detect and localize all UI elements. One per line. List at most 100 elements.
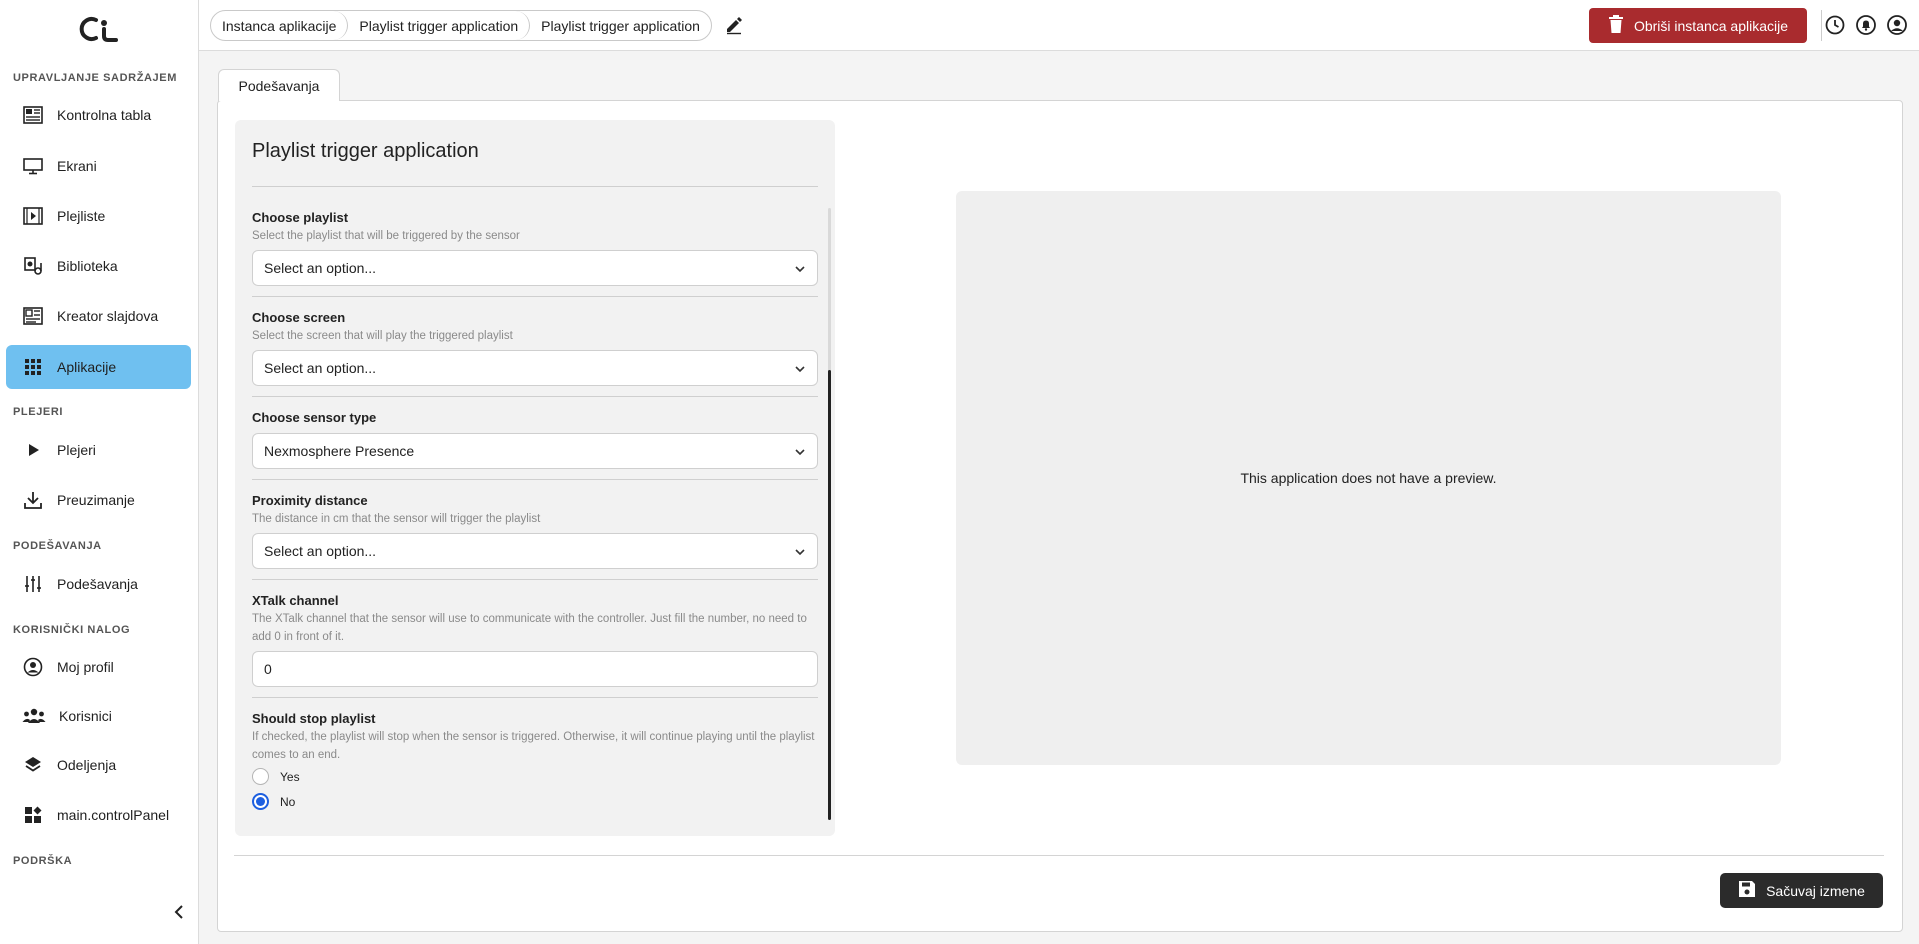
input-value: 0 <box>264 661 272 677</box>
sidebar: UPRAVLJANJE SADRŽAJEM Kontrolna tabla Ek… <box>0 0 199 944</box>
sidebar-item-library[interactable]: Biblioteka <box>6 244 191 288</box>
sidebar-item-label: Podešavanja <box>57 576 138 592</box>
sidebar-item-label: Moj profil <box>57 659 114 675</box>
form-title: Playlist trigger application <box>252 140 479 162</box>
sidebar-item-label: Kontrolna tabla <box>57 107 152 123</box>
delete-instance-label: Obriši instanca aplikacije <box>1633 17 1789 34</box>
radio-label: No <box>280 794 296 809</box>
playlist-icon <box>22 205 44 227</box>
preview-message: This application does not have a preview… <box>1240 470 1497 486</box>
layers-icon <box>22 754 44 776</box>
breadcrumb: Instanca aplikacije Playlist trigger app… <box>210 10 712 41</box>
sidebar-item-settings[interactable]: Podešavanja <box>6 562 191 606</box>
field-help: The XTalk channel that the sensor will u… <box>252 613 807 643</box>
divider <box>252 396 818 397</box>
download-icon <box>22 489 44 511</box>
sidebar-item-screens[interactable]: Ekrani <box>6 144 191 188</box>
sidebar-item-playlists[interactable]: Plejliste <box>6 194 191 238</box>
save-changes-label: Sačuvaj izmene <box>1766 882 1865 899</box>
sidebar-item-download[interactable]: Preuzimanje <box>6 478 191 522</box>
sidebar-item-label: Korisnici <box>59 708 112 724</box>
collapse-sidebar-icon[interactable] <box>171 902 187 922</box>
chevron-down-icon <box>795 266 805 273</box>
sidebar-item-players[interactable]: Plejeri <box>6 428 191 472</box>
application-settings-form: Playlist trigger application Choose play… <box>235 120 835 836</box>
widgets-icon <box>22 804 44 826</box>
sidebar-item-control-panel[interactable]: main.controlPanel <box>6 793 191 837</box>
breadcrumb-item[interactable]: Playlist trigger application <box>348 11 531 40</box>
field-help: Select the screen that will play the tri… <box>252 330 513 342</box>
dashboard-icon <box>22 104 44 126</box>
play-icon <box>22 439 44 461</box>
scrollbar-thumb[interactable] <box>828 370 831 820</box>
section-players: PLEJERI <box>13 406 64 418</box>
section-support: PODRŠKA <box>13 855 73 867</box>
field-help: The distance in cm that the sensor will … <box>252 513 541 525</box>
sidebar-item-label: Ekrani <box>57 158 97 174</box>
edit-name-icon[interactable] <box>723 14 745 36</box>
field-help: If checked, the playlist will stop when … <box>252 731 815 761</box>
sidebar-item-label: Biblioteka <box>57 258 118 274</box>
slide-creator-icon <box>22 305 44 327</box>
history-icon[interactable] <box>1824 14 1846 36</box>
field-label: Choose playlist <box>252 210 349 225</box>
section-user-account: KORISNIČKI NALOG <box>13 624 131 636</box>
sliders-icon <box>22 573 44 595</box>
breadcrumb-item[interactable]: Playlist trigger application <box>530 11 711 40</box>
tab-settings[interactable]: Podešavanja <box>218 69 340 101</box>
field-help: Select the playlist that will be trigger… <box>252 230 520 242</box>
radio-yes[interactable]: Yes <box>252 768 300 785</box>
chevron-down-icon <box>795 549 805 556</box>
top-header: Instanca aplikacije Playlist trigger app… <box>199 0 1919 51</box>
sidebar-item-my-profile[interactable]: Moj profil <box>6 645 191 689</box>
screen-select[interactable]: Select an option... <box>252 350 818 386</box>
select-value: Select an option... <box>264 260 377 276</box>
trash-icon <box>1608 15 1624 36</box>
select-value: Nexmosphere Presence <box>264 443 415 459</box>
divider <box>252 479 818 480</box>
sidebar-item-label: Kreator slajdova <box>57 308 159 324</box>
library-icon <box>22 255 44 277</box>
chevron-down-icon <box>795 366 805 373</box>
radio-circle[interactable] <box>252 768 269 785</box>
app-logo[interactable] <box>74 14 122 44</box>
radio-circle[interactable] <box>252 793 269 810</box>
preview-area: This application does not have a preview… <box>956 191 1781 765</box>
sidebar-item-slide-creator[interactable]: Kreator slajdova <box>6 294 191 338</box>
select-value: Select an option... <box>264 543 377 559</box>
xtalk-channel-input[interactable]: 0 <box>252 651 818 687</box>
sidebar-item-label: Plejeri <box>57 442 96 458</box>
breadcrumb-item[interactable]: Instanca aplikacije <box>211 11 349 40</box>
notifications-icon[interactable] <box>1855 14 1877 36</box>
sidebar-item-label: Aplikacije <box>57 359 117 375</box>
divider <box>234 855 1884 856</box>
sidebar-item-departments[interactable]: Odeljenja <box>6 743 191 787</box>
field-label: Proximity distance <box>252 493 368 508</box>
sidebar-item-applications[interactable]: Aplikacije <box>6 345 191 389</box>
field-label: Should stop playlist <box>252 711 376 726</box>
divider <box>252 579 818 580</box>
select-value: Select an option... <box>264 360 377 376</box>
divider <box>252 186 818 187</box>
sidebar-item-dashboard[interactable]: Kontrolna tabla <box>6 93 191 137</box>
sidebar-item-users[interactable]: Korisnici <box>6 694 191 738</box>
header-divider <box>1821 10 1822 41</box>
radio-label: Yes <box>280 769 300 784</box>
field-label: Choose screen <box>252 310 346 325</box>
divider <box>252 296 818 297</box>
save-icon <box>1738 880 1756 901</box>
account-icon[interactable] <box>1886 14 1908 36</box>
section-content-management: UPRAVLJANJE SADRŽAJEM <box>13 72 177 84</box>
save-changes-button[interactable]: Sačuvaj izmene <box>1720 873 1883 908</box>
sidebar-item-label: Plejliste <box>57 208 106 224</box>
radio-no[interactable]: No <box>252 793 295 810</box>
sidebar-item-label: main.controlPanel <box>57 807 170 823</box>
playlist-select[interactable]: Select an option... <box>252 250 818 286</box>
sensor-type-select[interactable]: Nexmosphere Presence <box>252 433 818 469</box>
proximity-distance-select[interactable]: Select an option... <box>252 533 818 569</box>
delete-instance-button[interactable]: Obriši instanca aplikacije <box>1589 8 1807 43</box>
users-icon <box>22 705 46 727</box>
field-label: Choose sensor type <box>252 410 377 425</box>
chevron-down-icon <box>795 449 805 456</box>
sidebar-item-label: Odeljenja <box>57 757 117 773</box>
